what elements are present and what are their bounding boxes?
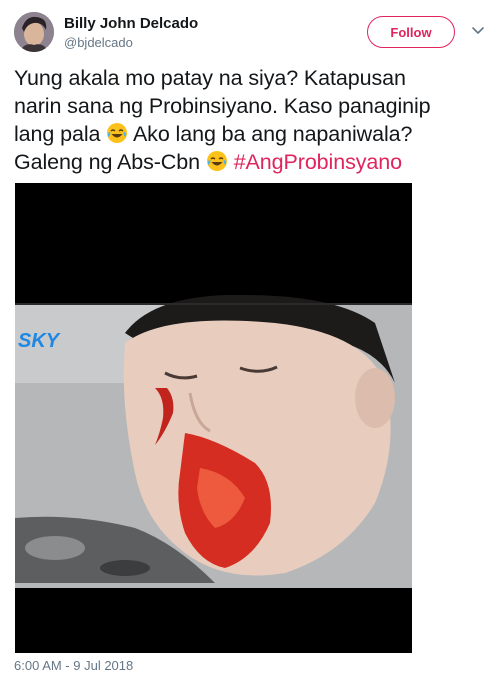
tweet-text-fragment: lang pala <box>14 122 101 146</box>
follow-button[interactable]: Follow <box>367 16 455 48</box>
tweet-text-fragment: Ako lang ba ang napaniwala? <box>132 122 413 146</box>
tweet-text: Yung akala mo patay na siya? Katapusan n… <box>14 64 484 176</box>
tweet-media-image[interactable]: SKY <box>15 183 412 653</box>
tweet-line: lang pala Ako lang ba ang napaniwala? <box>14 120 484 148</box>
tweet-timestamp[interactable]: 6:00 AM - 9 Jul 2018 <box>14 658 133 673</box>
tweet-line: Galeng ng Abs-Cbn #AngProbinsyano <box>14 148 484 176</box>
tweet-line: narin sana ng Probinsiyano. Kaso panagin… <box>14 94 431 118</box>
tweet-header: Billy John Delcado @bjdelcado Follow <box>0 0 500 62</box>
chevron-down-icon[interactable] <box>470 22 486 38</box>
face-with-tears-of-joy-icon <box>107 123 128 143</box>
avatar[interactable] <box>14 12 54 52</box>
user-handle[interactable]: @bjdelcado <box>64 35 133 50</box>
tweet-line: Yung akala mo patay na siya? Katapusan <box>14 66 406 90</box>
face-with-tears-of-joy-icon <box>206 151 227 171</box>
hashtag-link[interactable]: #AngProbinsyano <box>234 150 402 174</box>
display-name[interactable]: Billy John Delcado <box>64 15 198 32</box>
sky-watermark: SKY <box>18 330 60 352</box>
tweet-text-fragment: Galeng ng Abs-Cbn <box>14 150 200 174</box>
